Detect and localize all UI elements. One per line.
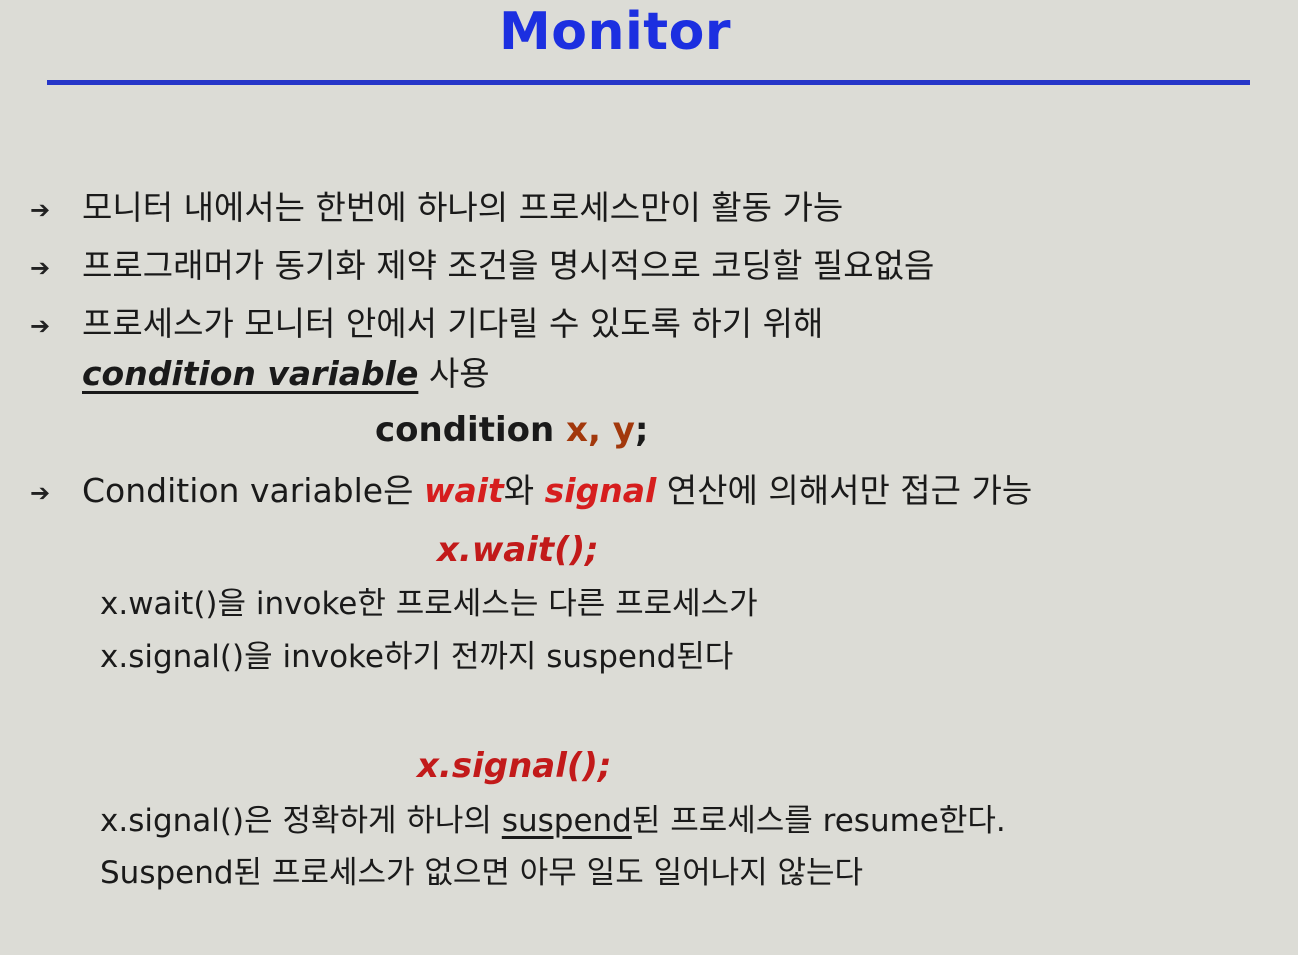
condition-declaration: condition x, y; [375,410,649,450]
bullet-text-2: 프로그래머가 동기화 제약 조건을 명시적으로 코딩할 필요없음 [82,246,935,285]
arrow-bullet-icon: ➔ [30,311,51,340]
signal-desc-part-a: x.signal()은 정확하게 하나의 [100,803,502,839]
arrow-bullet-icon: ➔ [30,253,51,282]
arrow-bullet-icon: ➔ [30,195,51,224]
arrow-bullet-icon: ➔ [30,478,51,507]
signal-term: signal [544,471,657,510]
bullet-text-1: 모니터 내에서는 한번에 하나의 프로세스만이 활동 가능 [82,188,844,227]
signal-description-line-2: Suspend된 프로세스가 없으면 아무 일도 일어나지 않는다 [100,855,864,891]
bullet-item-3: ➔ 프로세스가 모니터 안에서 기다릴 수 있도록 하기 위해 [30,304,823,346]
condition-semicolon: ; [634,410,649,450]
signal-description-line-1: x.signal()은 정확하게 하나의 suspend된 프로세스를 resu… [100,801,1006,841]
condition-variable-term: condition variable [82,354,419,393]
wait-call-code: x.wait(); [437,530,599,570]
bullet-3-tail: 사용 [418,354,490,393]
bullet-4-mid: 와 [503,471,545,510]
condition-keyword: condition [375,410,567,450]
bullet-3-continuation: condition variable 사용 [82,354,490,394]
wait-description-line-2: x.signal()을 invoke하기 전까지 suspend된다 [100,639,734,675]
wait-term: wait [423,471,504,510]
slide-title: Monitor [498,2,732,62]
bullet-item-1: ➔ 모니터 내에서는 한번에 하나의 프로세스만이 활동 가능 [30,188,843,230]
condition-vars: x, y [566,410,635,450]
signal-desc-part-b: 된 프로세스를 resume한다. [631,803,1006,839]
title-divider [47,80,1250,85]
wait-description-line-1: x.wait()을 invoke한 프로세스는 다른 프로세스가 [100,586,758,622]
suspend-term: suspend [501,803,632,839]
signal-call-code: x.signal(); [417,746,612,786]
bullet-4-tail: 연산에 의해서만 접근 가능 [656,471,1033,510]
bullet-text-3: 프로세스가 모니터 안에서 기다릴 수 있도록 하기 위해 [82,304,824,343]
bullet-item-4: ➔ Condition variable은 wait와 signal 연산에 의해… [30,471,1032,513]
bullet-item-2: ➔ 프로그래머가 동기화 제약 조건을 명시적으로 코딩할 필요없음 [30,246,934,288]
bullet-4-prefix: Condition variable은 [82,471,424,510]
